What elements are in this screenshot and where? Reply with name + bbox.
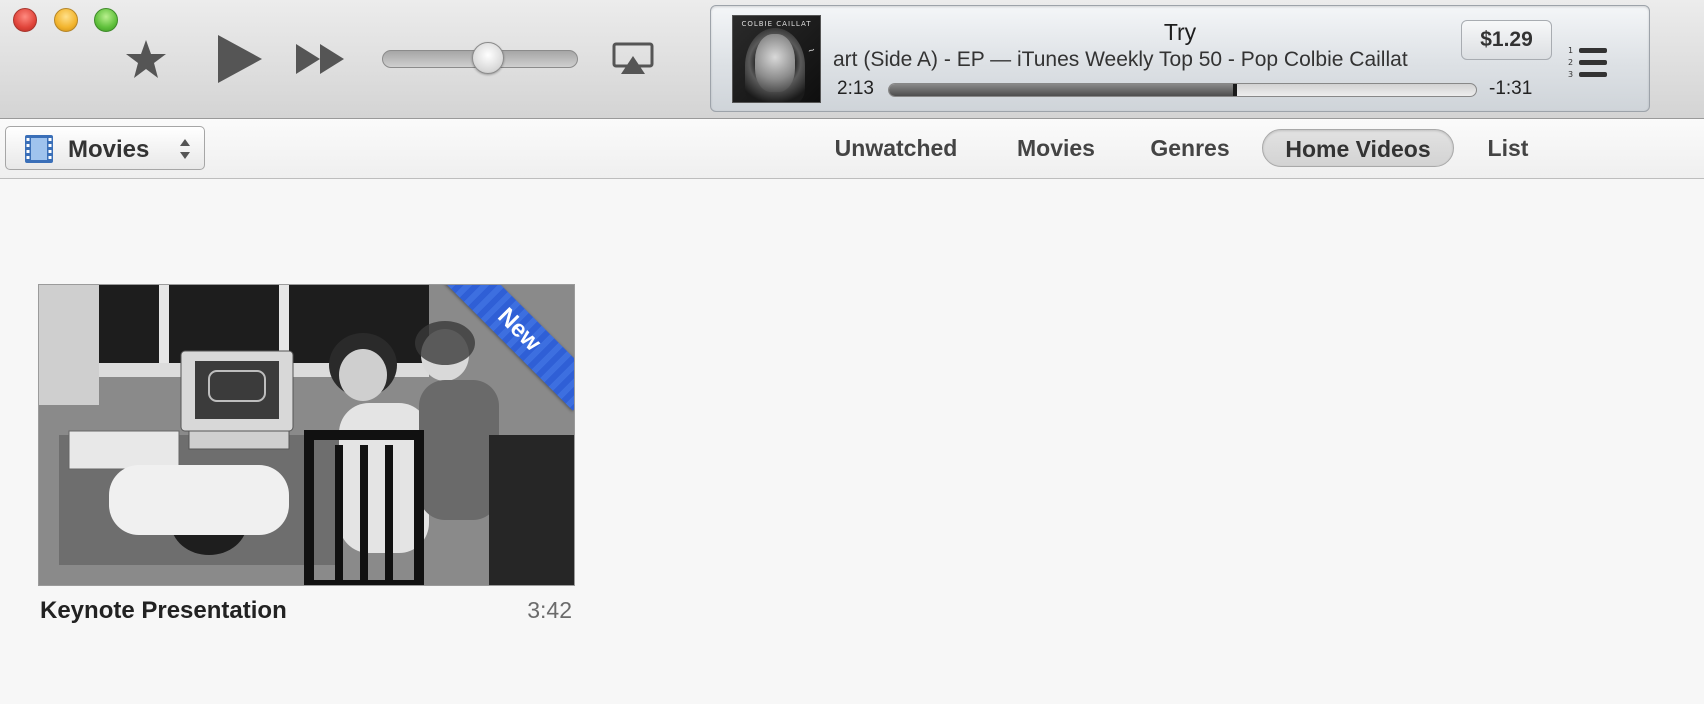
- remaining-time: -1:31: [1489, 78, 1533, 99]
- track-info-text: art (Side A) - EP — iTunes Weekly Top 50…: [833, 48, 1408, 71]
- volume-knob[interactable]: [472, 42, 505, 74]
- track-info-marquee: art (Side A) - EP — iTunes Weekly Top 50…: [833, 48, 1468, 76]
- chevron-updown-icon: [178, 137, 192, 166]
- library-toolbar: Movies Unwatched Movies Genres Home Vide…: [0, 119, 1704, 179]
- airplay-icon[interactable]: [612, 42, 654, 81]
- svg-text:3: 3: [1568, 70, 1573, 79]
- media-kind-selector[interactable]: Movies: [5, 126, 205, 170]
- zoom-window-button[interactable]: [94, 8, 118, 32]
- tab-home-videos[interactable]: Home Videos: [1262, 129, 1454, 167]
- star-icon[interactable]: [124, 38, 168, 85]
- svg-text:2: 2: [1568, 58, 1573, 67]
- close-window-button[interactable]: [13, 8, 37, 32]
- video-duration: 3:42: [527, 597, 572, 623]
- video-title[interactable]: Keynote Presentation: [40, 597, 287, 625]
- tab-movies[interactable]: Movies: [1004, 129, 1108, 167]
- play-icon[interactable]: [214, 33, 264, 90]
- playback-progress-fill: [889, 84, 1236, 96]
- elapsed-time: 2:13: [837, 78, 874, 99]
- tab-genres[interactable]: Genres: [1140, 129, 1240, 167]
- now-playing-display: COLBIE CAILLAT ~ Try art (Side A) - EP —…: [710, 5, 1650, 112]
- up-next-list-icon[interactable]: 1 2 3: [1567, 44, 1611, 85]
- player-bar: COLBIE CAILLAT ~ Try art (Side A) - EP —…: [0, 0, 1704, 119]
- album-art-signature: ~: [807, 45, 818, 57]
- media-kind-label: Movies: [68, 136, 150, 163]
- tab-list[interactable]: List: [1476, 129, 1540, 167]
- minimize-window-button[interactable]: [54, 8, 78, 32]
- playback-position-marker[interactable]: [1233, 84, 1238, 96]
- buy-price-button[interactable]: $1.29: [1461, 20, 1552, 60]
- tab-unwatched[interactable]: Unwatched: [820, 129, 972, 167]
- video-thumbnail[interactable]: New: [38, 284, 575, 586]
- fast-forward-icon[interactable]: [294, 42, 348, 81]
- svg-text:1: 1: [1568, 46, 1573, 55]
- playback-progress-bar[interactable]: [888, 83, 1477, 97]
- film-strip-icon: [24, 134, 54, 169]
